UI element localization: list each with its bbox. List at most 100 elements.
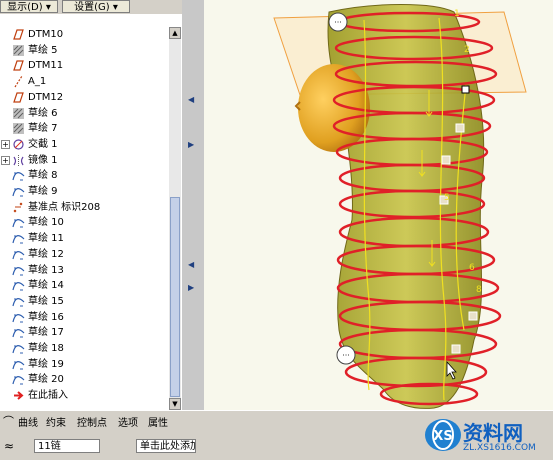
settings-menu-label: 设置(G)	[74, 2, 110, 13]
tree-item[interactable]: 在此插入	[0, 388, 168, 403]
sketch-curve-icon	[12, 358, 25, 371]
tree-item-label: 草绘 19	[28, 358, 64, 370]
logo-title: 资料网	[463, 421, 523, 445]
tree-item-label: 草绘 16	[28, 311, 64, 323]
sketch-curve-icon	[12, 279, 25, 292]
tree-item-label: 草绘 8	[28, 170, 58, 182]
add-item-field[interactable]: 单击此处添加	[136, 439, 196, 453]
tree-item-label: 草绘 14	[28, 280, 64, 292]
scroll-down-button[interactable]: ▼	[169, 398, 181, 410]
tree-item[interactable]: 草绘 7	[0, 121, 168, 136]
svg-text:XS: XS	[433, 429, 452, 444]
show-menu-button[interactable]: 显示(D) ▾	[0, 0, 58, 13]
intersect-icon	[12, 138, 25, 151]
collapse-arrow-icon[interactable]: ◀	[188, 95, 194, 104]
expand-toggle-icon[interactable]: +	[1, 155, 10, 165]
sketch-icon	[12, 44, 25, 57]
tree-item[interactable]: 草绘 18	[0, 341, 168, 356]
expand-arrow-icon[interactable]: ▶	[188, 140, 194, 149]
tab-control-points[interactable]: 控制点	[77, 414, 107, 429]
tree-item[interactable]: 草绘 16	[0, 310, 168, 325]
tree-item-label: 草绘 9	[28, 186, 58, 197]
tab-curves[interactable]: 曲线	[18, 414, 38, 429]
scroll-thumb[interactable]	[170, 197, 180, 397]
tree-item[interactable]: DTM12	[0, 90, 168, 105]
sketch-curve-icon	[12, 373, 25, 386]
svg-text:1: 1	[454, 9, 460, 19]
svg-text:8: 8	[476, 285, 482, 295]
sketch-curve-icon	[12, 216, 25, 229]
tree-item-label: A_1	[28, 76, 47, 88]
insert-here-arrow-icon	[12, 389, 25, 402]
tree-item-label: 草绘 18	[28, 343, 64, 354]
expand-toggle-icon[interactable]: +	[1, 139, 10, 149]
tree-item[interactable]: A_1	[0, 74, 168, 89]
sketch-icon	[12, 107, 25, 120]
tree-item-label: DTM12	[28, 91, 64, 103]
svg-text:6: 6	[469, 263, 475, 273]
scroll-up-button[interactable]: ▲	[169, 27, 181, 39]
tree-item-label: 在此插入	[28, 390, 68, 402]
model-tree-panel: 显示(D) ▾ 设置(G) ▾ DTM10 草绘 5 DTM11 A_1 DTM12 草绘…	[0, 0, 182, 410]
tree-item-label: 草绘 10	[28, 217, 64, 229]
expand-arrow-icon[interactable]: ▶	[188, 283, 194, 292]
svg-text:···: ···	[334, 18, 342, 27]
datum-plane-icon	[12, 91, 25, 104]
show-menu-label: 显示(D)	[7, 2, 43, 13]
tree-item[interactable]: 草绘 14	[0, 278, 168, 293]
tree-item-label: 草绘 17	[28, 327, 64, 339]
tree-item[interactable]: DTM10	[0, 27, 168, 42]
svg-text:2: 2	[464, 45, 470, 55]
tab-constraints[interactable]: 约束	[46, 414, 66, 429]
tab-options[interactable]: 选项	[118, 414, 138, 429]
tree-item[interactable]: 草绘 17	[0, 325, 168, 340]
site-logo: XS 资料网 ZL.XS1616.COM	[421, 413, 549, 457]
model-canvas: ··· ··· 1 2 5 6 8	[273, 4, 527, 409]
tree-item[interactable]: + 镜像 1	[0, 153, 168, 168]
tree-item[interactable]: + 交截 1	[0, 137, 168, 152]
datum-plane-icon	[12, 59, 25, 72]
bottom-dashboard: ⌒ 曲线 约束 控制点 选项 属性 ≈ 11链 单击此处添加 XS 资料网 ZL…	[0, 410, 553, 460]
tree-item[interactable]: 草绘 15	[0, 294, 168, 309]
mirror-icon	[12, 154, 25, 167]
tree-item[interactable]: 草绘 19	[0, 357, 168, 372]
chain-icon: ≈	[4, 439, 15, 453]
tree-item-label: 草绘 5	[28, 44, 58, 56]
tree-item-label: 交截 1	[28, 138, 58, 150]
chain-collector-field[interactable]: 11链	[34, 439, 100, 453]
tree-item[interactable]: 草绘 10	[0, 215, 168, 230]
settings-menu-button[interactable]: 设置(G) ▾	[62, 0, 130, 13]
panel-splitter[interactable]: ◀ ▶ ◀ ▶	[182, 0, 204, 410]
tree-item[interactable]: 草绘 13	[0, 263, 168, 278]
sketch-curve-icon	[12, 326, 25, 339]
tree-item-label: DTM10	[28, 29, 64, 40]
tree-item[interactable]: 草绘 12	[0, 247, 168, 262]
svg-text:5: 5	[444, 193, 450, 203]
dome-surface	[298, 64, 370, 152]
tree-item[interactable]: 草绘 11	[0, 231, 168, 246]
tree-item[interactable]: 草绘 9	[0, 184, 168, 199]
tree-item-label: 草绘 7	[28, 123, 58, 135]
3d-graphics-viewport[interactable]: ··· ··· 1 2 5 6 8	[204, 0, 553, 410]
tree-item[interactable]: 草绘 5	[0, 43, 168, 58]
tree-item-label: 草绘 15	[28, 295, 64, 307]
sketch-curve-icon	[12, 295, 25, 308]
tree-item[interactable]: 草绘 6	[0, 106, 168, 121]
tree-item[interactable]: DTM11	[0, 58, 168, 73]
tree-toolbar: 显示(D) ▾ 设置(G) ▾	[0, 0, 182, 14]
sketch-curve-icon	[12, 264, 25, 277]
tree-item[interactable]: 草绘 8	[0, 168, 168, 183]
tab-properties[interactable]: 属性	[148, 414, 168, 429]
datum-point-icon	[12, 201, 25, 214]
tree-item[interactable]: 基准点 标识208	[0, 200, 168, 215]
tree-item[interactable]: 草绘 20	[0, 372, 168, 387]
curve-tool-icon: ⌒	[3, 415, 14, 428]
sketch-curve-icon	[12, 169, 25, 182]
datum-axis-icon	[12, 75, 25, 88]
tree-item-label: 草绘 11	[28, 233, 64, 245]
collapse-arrow-icon[interactable]: ◀	[188, 260, 194, 269]
sketch-icon	[12, 122, 25, 135]
datum-plane-icon	[12, 28, 25, 41]
selected-handle[interactable]	[461, 85, 470, 94]
tree-scrollbar[interactable]: ▲ ▼	[169, 27, 181, 410]
